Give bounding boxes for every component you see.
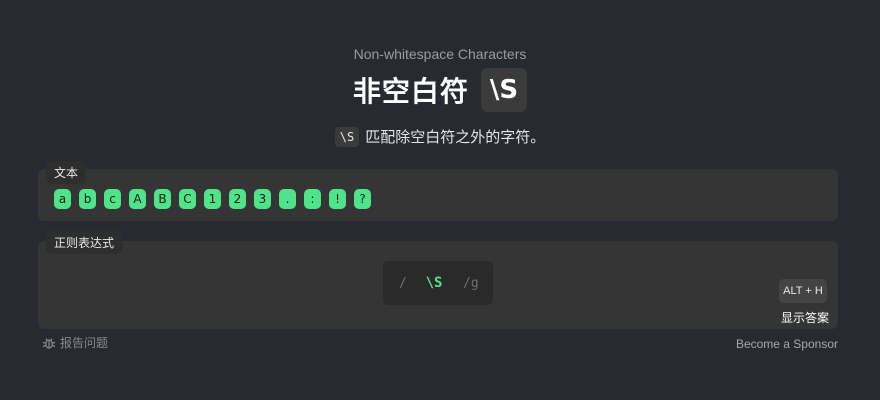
lesson-title: 非空白符 bbox=[352, 75, 469, 108]
show-answer-shortcut-button[interactable]: ALT + H bbox=[779, 279, 827, 303]
lesson-title-code: \S bbox=[480, 68, 528, 112]
description-code: \S bbox=[334, 126, 360, 147]
regex-input[interactable] bbox=[419, 275, 449, 291]
report-issue-label: 报告问题 bbox=[60, 336, 109, 350]
text-chip: c bbox=[104, 189, 121, 209]
text-chip: ? bbox=[354, 189, 371, 209]
regex-editor: / /g bbox=[383, 261, 493, 305]
text-chips: a b c A B C 1 2 3 . : ! ? bbox=[54, 189, 371, 209]
description-text: 匹配除空白符之外的字符。 bbox=[365, 128, 546, 146]
text-chip: 1 bbox=[204, 189, 221, 209]
regex-flags: /g bbox=[463, 275, 479, 291]
text-chip: b bbox=[79, 189, 96, 209]
regex-open-delimiter: / bbox=[399, 275, 407, 291]
report-issue-link[interactable]: 报告问题 bbox=[42, 334, 108, 351]
bug-icon bbox=[42, 336, 56, 350]
lesson-description: \S 匹配除空白符之外的字符。 bbox=[0, 126, 880, 147]
text-chip: . bbox=[279, 189, 296, 209]
text-chip: 2 bbox=[229, 189, 246, 209]
text-chip: : bbox=[304, 189, 321, 209]
text-chip: B bbox=[154, 189, 171, 209]
text-chip: 3 bbox=[254, 189, 271, 209]
lesson-title-row: 非空白符 \S bbox=[0, 68, 880, 112]
text-chip: A bbox=[129, 189, 146, 209]
regex-panel-label: 正则表达式 bbox=[46, 231, 123, 254]
text-panel-label: 文本 bbox=[46, 161, 87, 184]
become-sponsor-link[interactable]: Become a Sponsor bbox=[736, 337, 838, 351]
text-chip: ! bbox=[329, 189, 346, 209]
show-answer-label[interactable]: 显示答案 bbox=[774, 309, 836, 326]
lesson-subtitle: Non-whitespace Characters bbox=[353, 46, 527, 62]
text-chip: a bbox=[54, 189, 71, 209]
text-chip: C bbox=[179, 189, 196, 209]
